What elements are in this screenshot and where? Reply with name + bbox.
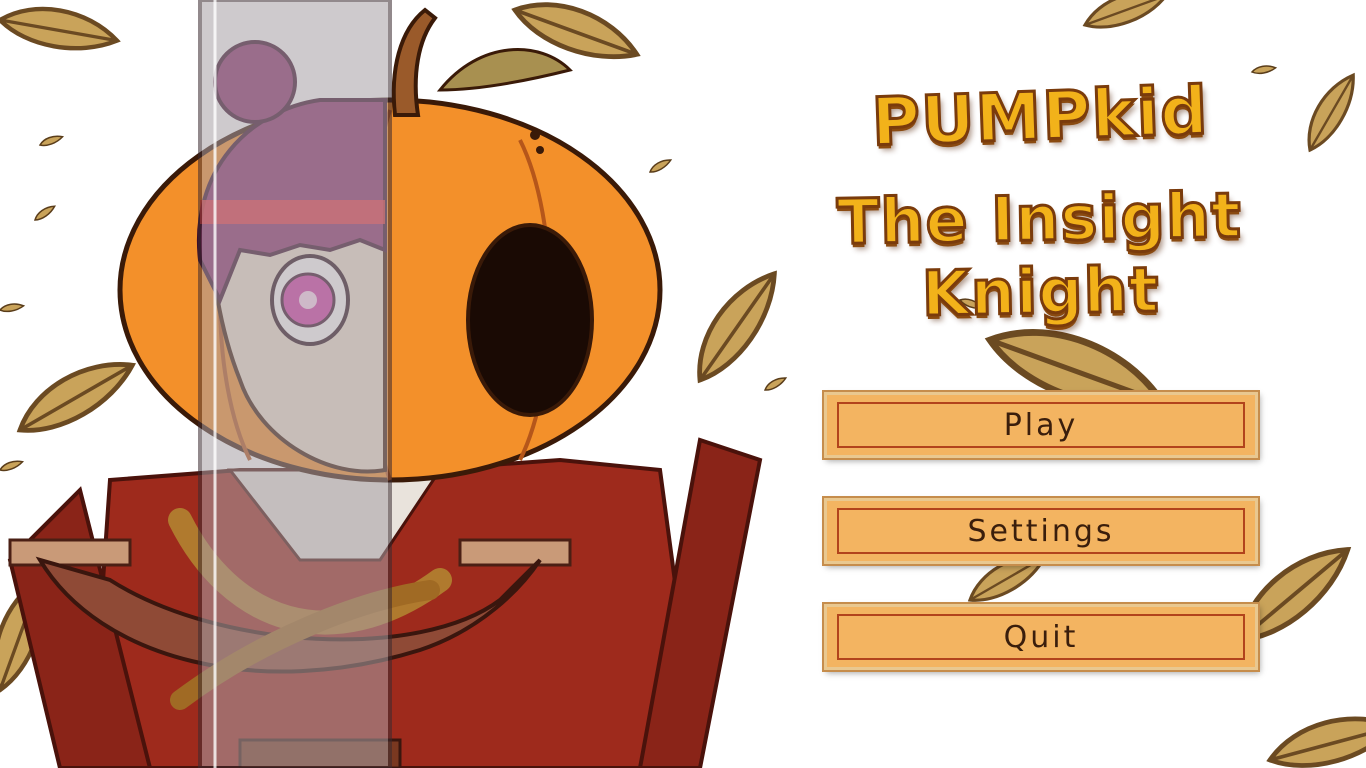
settings-button[interactable]: Settings: [824, 498, 1258, 564]
settings-button-label: Settings: [967, 513, 1115, 549]
game-title-logo: PUMPkid The Insight Knight: [760, 70, 1320, 332]
title-line-2: The Insight Knight: [835, 177, 1244, 332]
title-line-1: PUMPkid: [869, 71, 1211, 163]
play-button-label: Play: [1003, 407, 1079, 443]
quit-button[interactable]: Quit: [824, 604, 1258, 670]
play-button[interactable]: Play: [824, 392, 1258, 458]
quit-button-label: Quit: [1003, 619, 1079, 655]
